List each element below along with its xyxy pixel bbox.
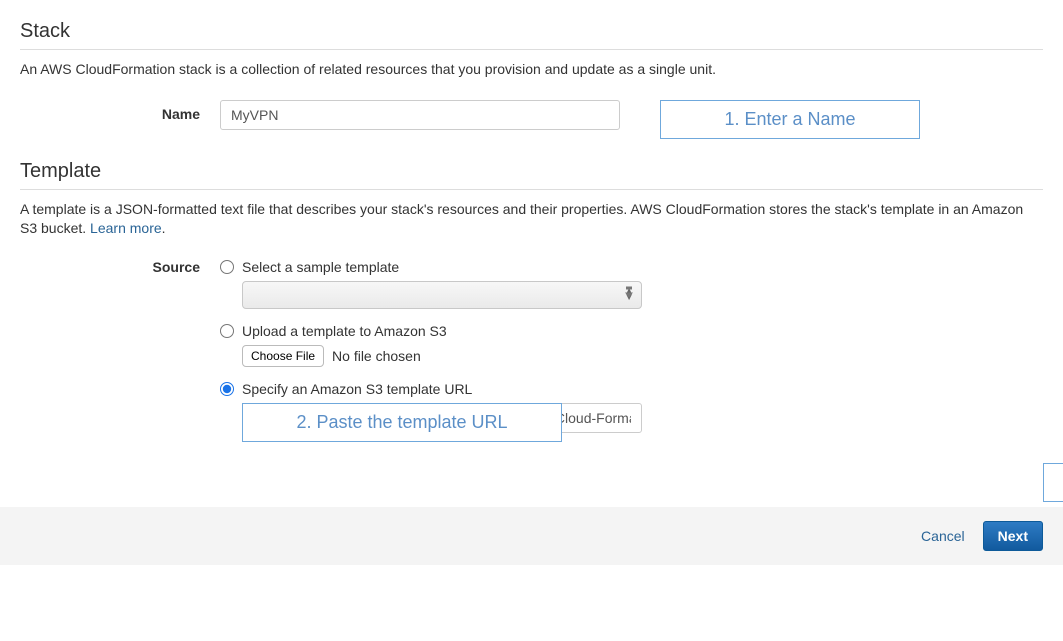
footer-bar: 3. Click Next Cancel Next	[0, 507, 1063, 565]
template-heading: Template	[20, 160, 1043, 190]
next-button[interactable]: Next	[983, 521, 1043, 551]
cancel-link[interactable]: Cancel	[921, 528, 965, 544]
radio-s3url-label[interactable]: Specify an Amazon S3 template URL	[242, 381, 472, 397]
stack-name-row: Name 1. Enter a Name	[20, 100, 1043, 130]
select-arrows-icon: ▲▼	[624, 289, 634, 301]
source-options: Select a sample template ▲▼ Upload a tem…	[220, 259, 642, 447]
stack-name-control	[220, 100, 620, 130]
annotation-enter-name: 1. Enter a Name	[660, 100, 920, 139]
annotation-click-next: 3. Click Next	[1043, 463, 1063, 502]
radio-s3url[interactable]	[220, 382, 234, 396]
stack-heading: Stack	[20, 20, 1043, 50]
s3url-row: 2. Paste the template URL	[242, 403, 642, 433]
template-desc-text: A template is a JSON-formatted text file…	[20, 201, 1023, 237]
stack-name-input[interactable]	[220, 100, 620, 130]
file-status-text: No file chosen	[332, 348, 421, 364]
source-group: Source Select a sample template ▲▼ Uploa…	[20, 259, 1043, 447]
annotation-paste-url: 2. Paste the template URL	[242, 403, 562, 442]
sample-select[interactable]: ▲▼	[242, 281, 642, 309]
source-label: Source	[20, 259, 220, 275]
sample-select-wrap: ▲▼	[242, 281, 642, 309]
template-desc-suffix: .	[162, 220, 166, 236]
template-section: Template A template is a JSON-formatted …	[20, 160, 1043, 447]
template-description: A template is a JSON-formatted text file…	[20, 200, 1043, 239]
radio-sample-row: Select a sample template	[220, 259, 642, 275]
radio-upload-row: Upload a template to Amazon S3	[220, 323, 642, 339]
radio-upload-label[interactable]: Upload a template to Amazon S3	[242, 323, 447, 339]
radio-sample-label[interactable]: Select a sample template	[242, 259, 399, 275]
choose-file-button[interactable]: Choose File	[242, 345, 324, 367]
source-wrapper: Source Select a sample template ▲▼ Uploa…	[20, 259, 1043, 447]
stack-name-label: Name	[20, 100, 220, 122]
stack-section: Stack An AWS CloudFormation stack is a c…	[20, 20, 1043, 130]
radio-s3url-row: Specify an Amazon S3 template URL	[220, 381, 642, 397]
upload-file-row: Choose File No file chosen	[242, 345, 642, 367]
radio-sample[interactable]	[220, 260, 234, 274]
radio-upload[interactable]	[220, 324, 234, 338]
stack-description: An AWS CloudFormation stack is a collect…	[20, 60, 1043, 80]
learn-more-link[interactable]: Learn more	[90, 220, 162, 236]
